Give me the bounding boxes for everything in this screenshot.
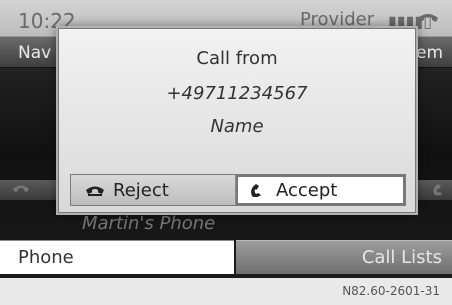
menu-item-system[interactable]: em xyxy=(416,43,443,63)
accept-call-icon xyxy=(251,184,261,197)
accept-label: Accept xyxy=(276,179,338,201)
caller-number: +49711234567 xyxy=(166,83,308,104)
accept-button[interactable]: Accept xyxy=(236,175,405,205)
phone-tabs: Phone Call Lists xyxy=(0,240,452,274)
background-list-item: Martin's Phone xyxy=(82,213,216,234)
tab-call-lists[interactable]: Call Lists xyxy=(236,240,452,274)
dialog-title: Call from xyxy=(196,48,278,69)
call-action-buttons: Reject Accept xyxy=(70,174,406,206)
phone-handset-icon xyxy=(418,14,438,22)
menu-item-navi[interactable]: Nav xyxy=(18,43,51,63)
phone-icon xyxy=(13,185,29,192)
caller-name: Name xyxy=(210,116,264,137)
head-unit-screen: 10:22 Provider ▮▮▮▮▯ Nav em Martin's Pho… xyxy=(0,0,452,278)
phone-icon xyxy=(433,184,442,196)
hang-up-icon xyxy=(86,186,104,196)
reject-button[interactable]: Reject xyxy=(71,175,236,205)
incoming-call-dialog: Call from +49711234567 Name Reject Accep… xyxy=(56,26,418,215)
tab-phone[interactable]: Phone xyxy=(0,240,234,274)
reject-label: Reject xyxy=(113,179,169,201)
figure-reference: N82.60-2601-31 xyxy=(342,284,440,298)
